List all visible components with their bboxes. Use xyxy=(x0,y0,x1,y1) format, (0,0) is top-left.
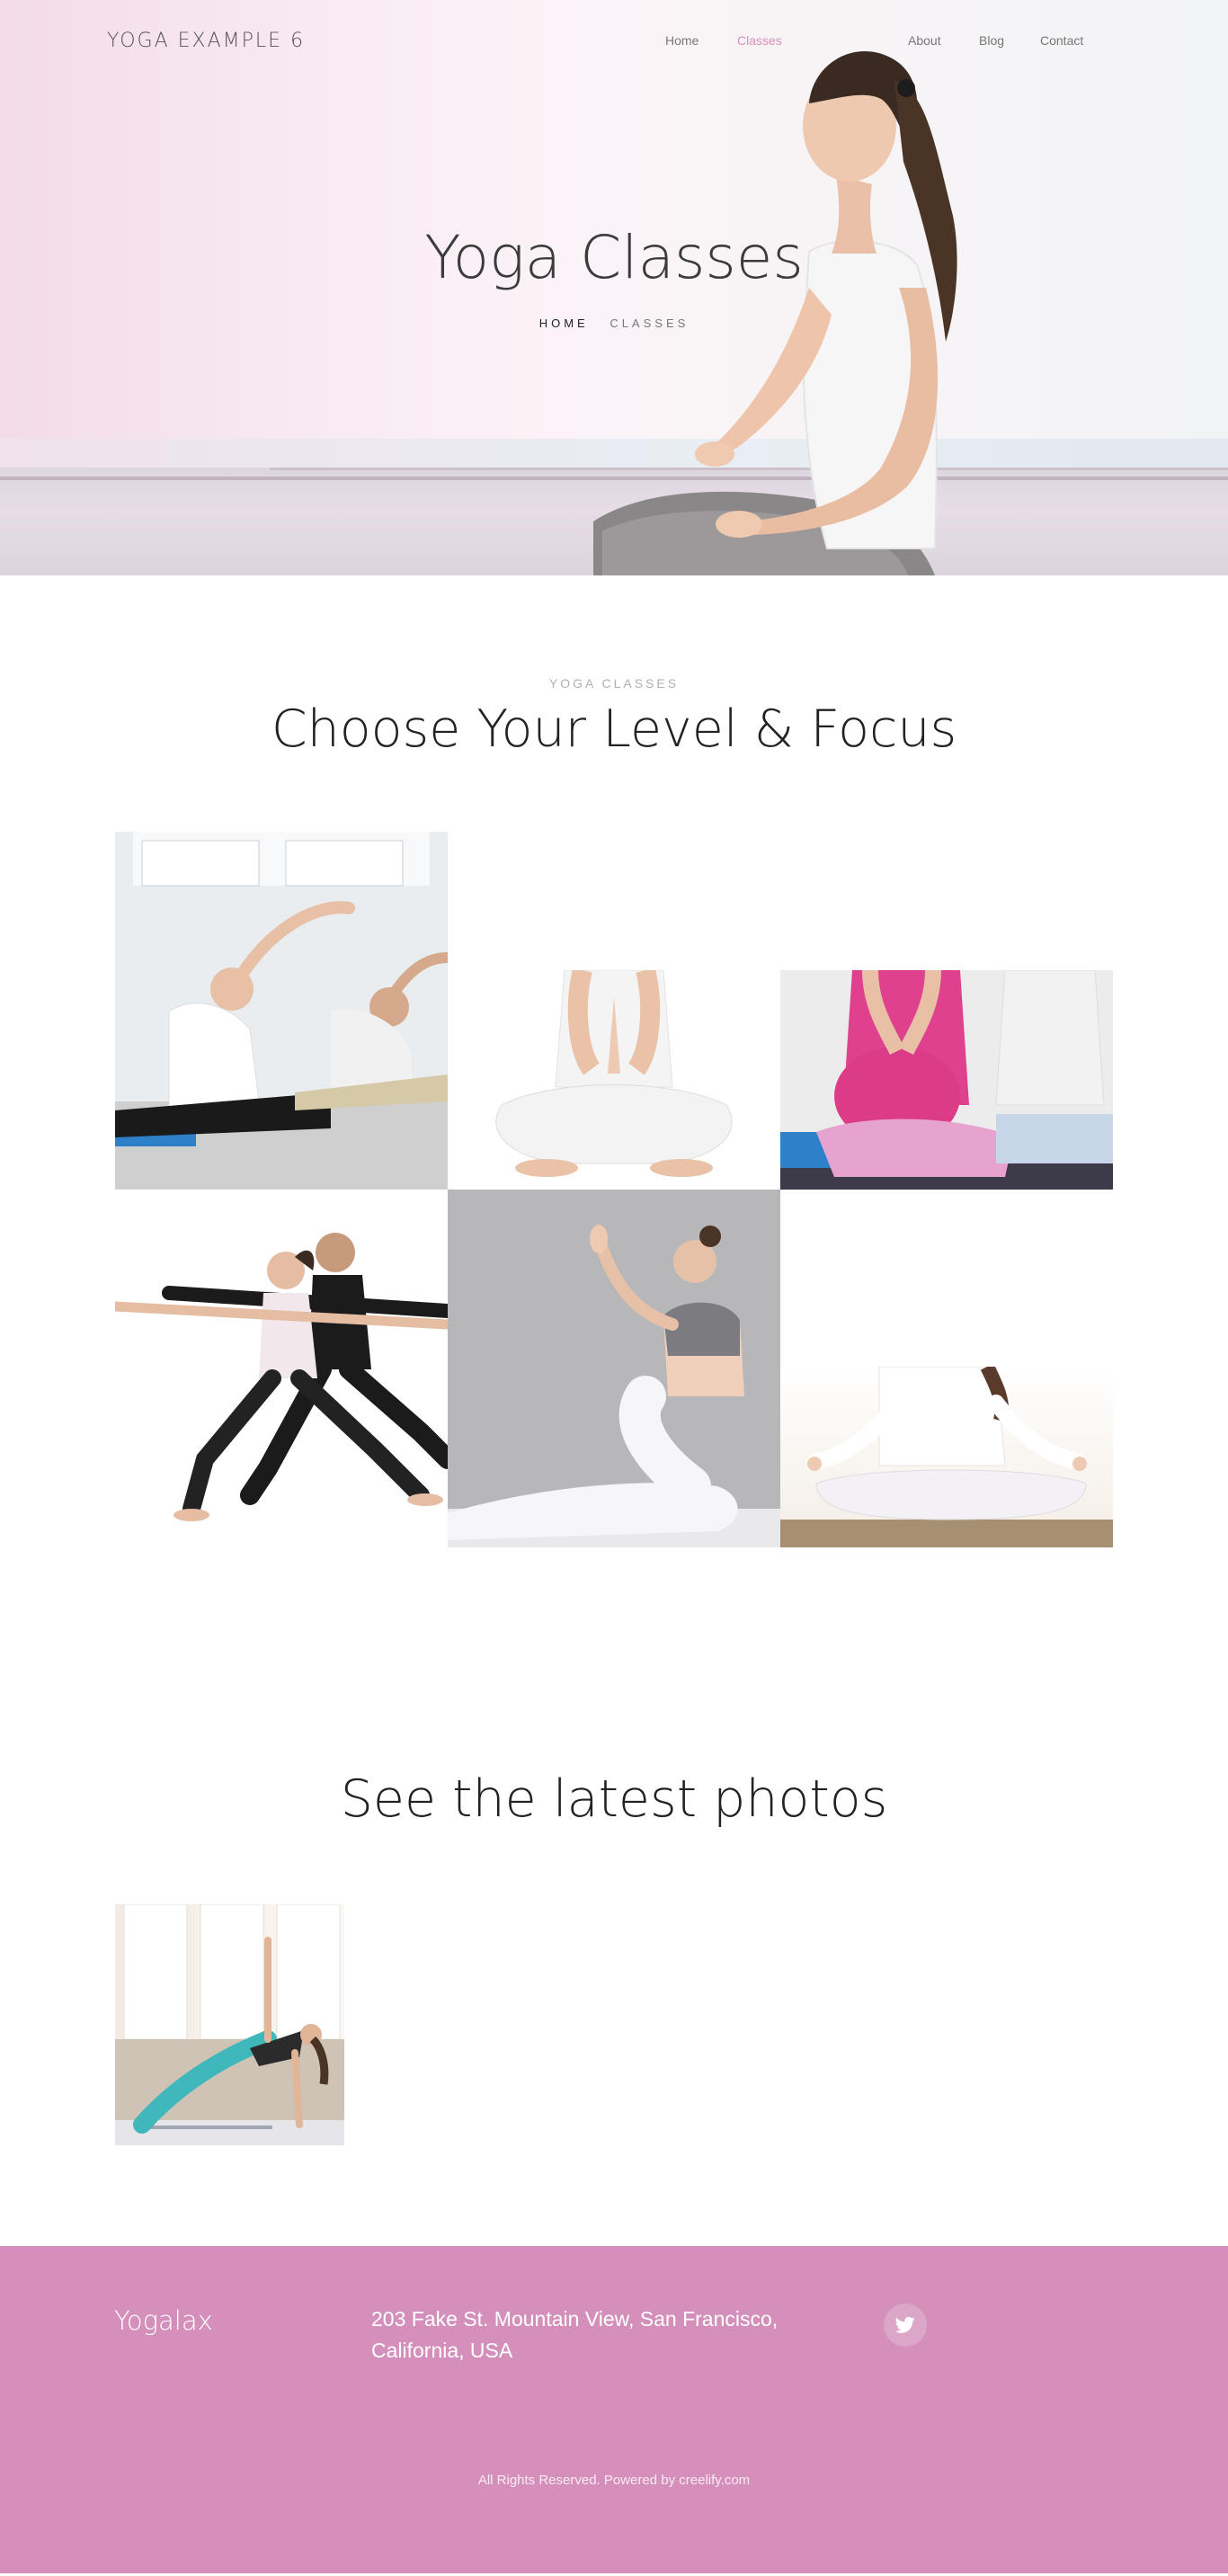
breadcrumb: HOME CLASSES xyxy=(0,316,1228,330)
nav-link-classes[interactable]: Classes xyxy=(737,33,782,48)
nav-link-contact[interactable]: Contact xyxy=(1040,33,1083,48)
copyright-text: All Rights Reserved. Powered by xyxy=(477,2473,680,2488)
footer-brand[interactable]: Yogalax xyxy=(114,2305,213,2336)
class-tile-side-stretch[interactable] xyxy=(115,832,448,1190)
class-tile-prayer-pose[interactable] xyxy=(448,970,780,1190)
hero-banner: YOGA EXAMPLE 6 Home Classes About Blog C… xyxy=(0,0,1228,575)
class-tile-prenatal[interactable] xyxy=(780,970,1113,1190)
class-tile-warrior-pose[interactable] xyxy=(115,1190,448,1547)
site-footer: Yogalax 203 Fake St. Mountain View, San … xyxy=(0,2246,1228,2573)
class-image xyxy=(780,970,1113,1190)
copyright-link[interactable]: creelify.com xyxy=(679,2473,750,2488)
main-menu: Home Classes About Blog Contact xyxy=(0,33,1228,51)
footer-copyright: All Rights Reserved. Powered by creelify… xyxy=(0,2473,1228,2488)
photos-section-title: See the latest photos xyxy=(340,1769,888,1829)
breadcrumb-home[interactable]: HOME xyxy=(539,316,589,330)
breadcrumb-current: CLASSES xyxy=(610,316,690,330)
photo-image xyxy=(115,1904,344,2145)
class-image xyxy=(448,1190,780,1547)
class-tile-beach-meditation[interactable] xyxy=(780,1367,1113,1547)
footer-address: 203 Fake St. Mountain View, San Francisc… xyxy=(371,2307,779,2362)
nav-link-blog[interactable]: Blog xyxy=(979,33,1004,48)
class-image xyxy=(448,970,780,1190)
class-image xyxy=(115,1190,448,1547)
classes-section-title: Choose Your Level & Focus xyxy=(271,700,957,759)
class-tile-seated-twist[interactable] xyxy=(448,1190,780,1547)
twitter-icon xyxy=(895,2316,915,2333)
nav-link-home[interactable]: Home xyxy=(665,33,699,48)
twitter-link[interactable] xyxy=(884,2304,927,2347)
section-eyebrow: YOGA CLASSES xyxy=(548,676,680,691)
class-image xyxy=(780,1367,1113,1547)
latest-photo-side-plank[interactable] xyxy=(115,1904,344,2145)
hero-meditating-woman-image xyxy=(593,51,957,575)
page-title: Yoga Classes xyxy=(424,223,804,292)
top-navigation: YOGA EXAMPLE 6 Home Classes About Blog C… xyxy=(0,0,1228,83)
nav-link-about[interactable]: About xyxy=(908,33,941,48)
class-image xyxy=(115,832,448,1190)
